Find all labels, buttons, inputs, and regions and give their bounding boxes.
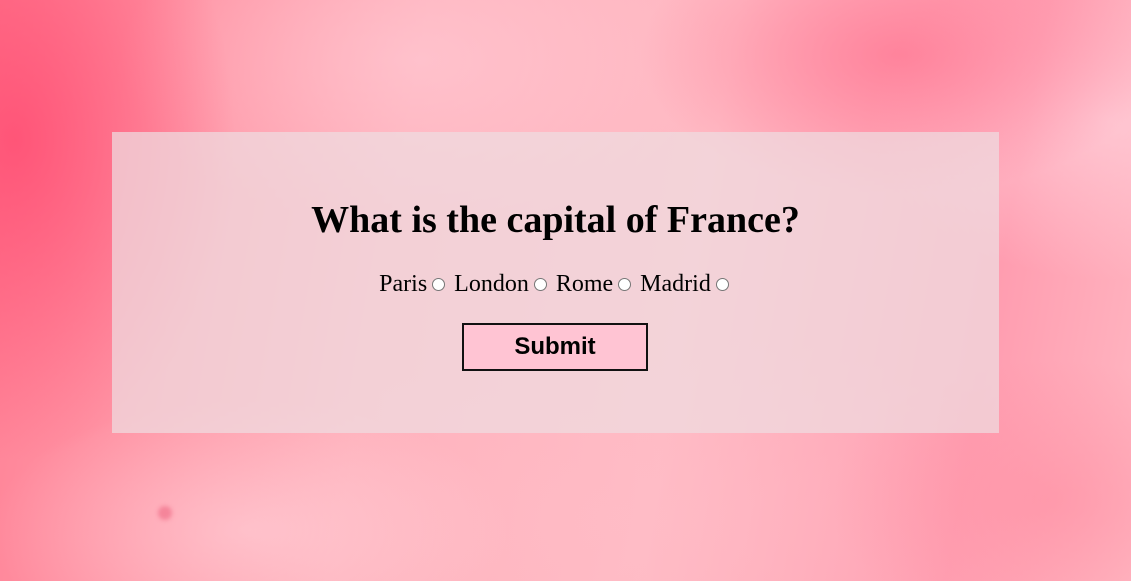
- radio-madrid[interactable]: [715, 277, 729, 291]
- quiz-panel: What is the capital of France? Paris Lon…: [112, 132, 999, 433]
- option-london[interactable]: London: [454, 270, 550, 298]
- option-rome[interactable]: Rome: [556, 270, 634, 298]
- submit-button[interactable]: Submit: [462, 323, 648, 371]
- radio-paris[interactable]: [432, 277, 446, 291]
- answer-options: Paris London Rome Madrid: [112, 270, 999, 298]
- option-paris[interactable]: Paris: [379, 270, 448, 298]
- background-blot: [158, 506, 172, 520]
- question-heading: What is the capital of France?: [311, 199, 800, 241]
- option-label-paris: Paris: [379, 271, 428, 297]
- option-madrid[interactable]: Madrid: [640, 270, 732, 298]
- option-label-madrid: Madrid: [640, 271, 711, 297]
- option-label-rome: Rome: [555, 271, 614, 297]
- radio-london[interactable]: [533, 277, 547, 291]
- radio-rome[interactable]: [618, 277, 632, 291]
- option-label-london: London: [454, 271, 529, 297]
